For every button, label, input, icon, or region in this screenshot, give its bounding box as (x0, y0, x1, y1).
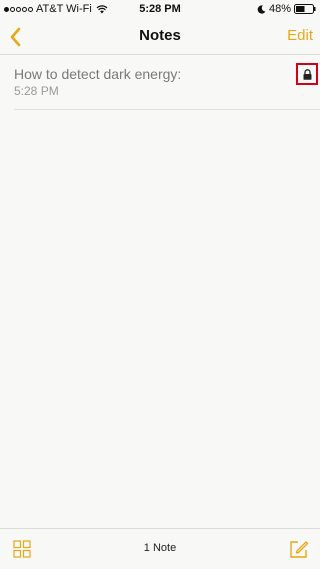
battery-icon (294, 4, 316, 14)
bottom-toolbar: 1 Note (0, 528, 320, 569)
lock-icon (303, 68, 311, 80)
battery-percent: 48% (268, 3, 291, 15)
divider (14, 109, 320, 110)
compose-icon[interactable] (289, 539, 309, 559)
page-title: Notes (139, 27, 181, 44)
moon-icon (257, 4, 266, 14)
list-item[interactable]: How to detect dark energy: 5:28 PM (0, 56, 320, 110)
status-right: 48% (257, 3, 316, 15)
note-title: How to detect dark energy: (14, 66, 182, 82)
edit-button[interactable]: Edit (287, 27, 313, 44)
note-count: 1 Note (143, 542, 177, 554)
nav-bar: Notes Edit (0, 20, 320, 55)
status-bar: AT&T Wi-Fi 5:28 PM 48% (0, 0, 320, 18)
note-time: 5:28 PM (14, 84, 59, 98)
lock-highlight (296, 63, 318, 85)
